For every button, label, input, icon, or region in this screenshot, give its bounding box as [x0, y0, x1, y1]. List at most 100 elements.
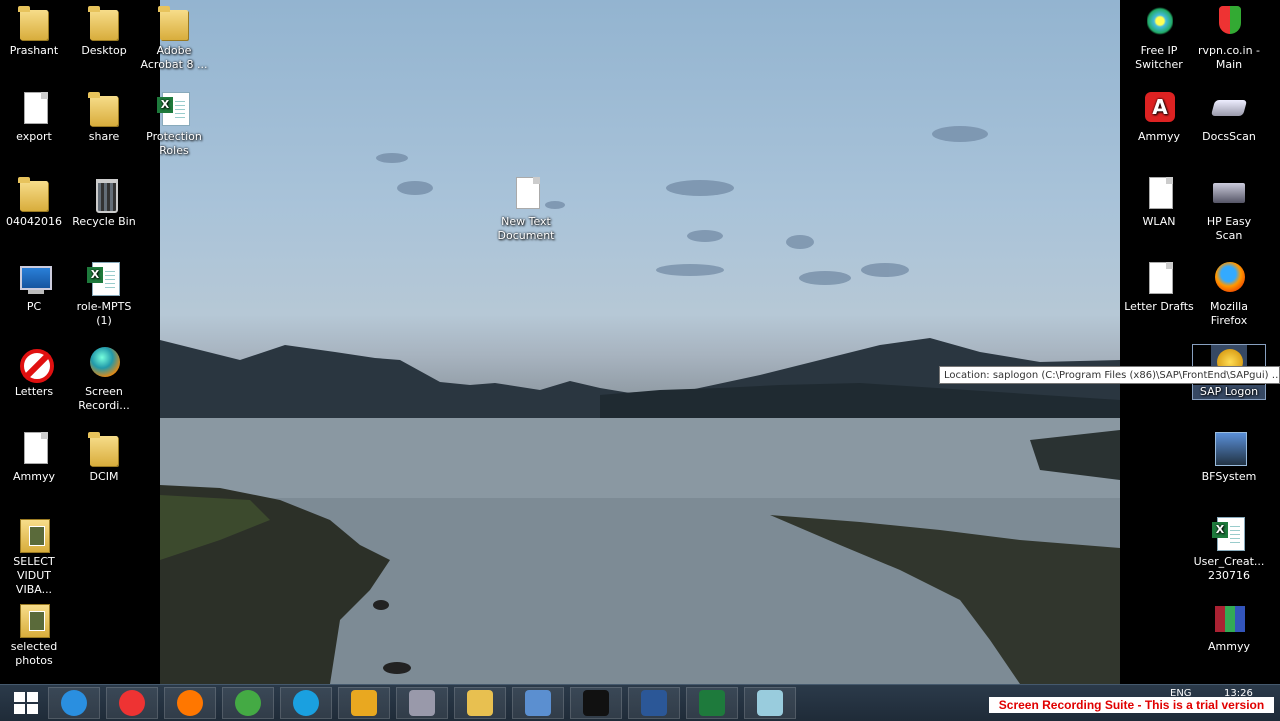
mozilla-firefox-glyph-icon: [1211, 260, 1247, 298]
new-text-document-glyph-icon: [508, 175, 544, 213]
icon-label: PC: [26, 300, 42, 313]
role-mpts-excel-glyph-icon: [86, 260, 122, 298]
mozilla-firefox-icon[interactable]: Mozilla Firefox: [1193, 260, 1265, 328]
icon-label: HP Easy Scan: [1206, 215, 1252, 242]
icon-label: Letter Drafts: [1124, 300, 1194, 313]
excel-taskbar-button[interactable]: [686, 687, 738, 719]
internet-explorer-icon: [61, 690, 87, 716]
role-mpts-excel-icon[interactable]: role-MPTS (1): [68, 260, 140, 328]
icon-label: Screen Recordi...: [78, 385, 130, 412]
icon-label: Ammyy: [13, 470, 55, 483]
export-file-icon[interactable]: export: [0, 90, 70, 144]
icon-label: Ammyy: [1208, 640, 1250, 653]
sap-taskbar-taskbar-button[interactable]: [338, 687, 390, 719]
chrome-icon: [119, 690, 145, 716]
rvpn-glyph-icon: [1211, 4, 1247, 42]
icon-label: 04042016: [6, 215, 62, 228]
sap-logon-location-tooltip: Location: saplogon (C:\Program Files (x8…: [939, 366, 1280, 384]
folder-04042016-glyph-icon: [16, 175, 52, 213]
wlan-file-glyph-icon: [1141, 175, 1177, 213]
ammyy-winrar-icon[interactable]: Ammyy: [1193, 600, 1265, 654]
command-prompt-icon: [583, 690, 609, 716]
export-file-glyph-icon: [16, 90, 52, 128]
rvpn-icon[interactable]: rvpn.co.in - Main: [1193, 4, 1265, 72]
icon-label: share: [88, 130, 120, 143]
icon-label: BFSystem: [1201, 470, 1257, 483]
icon-label: Adobe Acrobat 8 ...: [140, 44, 208, 71]
lake-landscape-image: [160, 126, 1120, 684]
letter-drafts-file-icon[interactable]: Letter Drafts: [1123, 260, 1195, 314]
file-explorer-icon: [467, 690, 493, 716]
screen-recording-icon[interactable]: Screen Recordi...: [68, 345, 140, 413]
protection-roles-excel-glyph-icon: [156, 90, 192, 128]
ammyy-file-icon[interactable]: Ammyy: [0, 430, 70, 484]
dcim-folder-glyph-icon: [86, 430, 122, 468]
docsscan-glyph-icon: [1210, 90, 1248, 128]
scanner-taskbar-icon: [409, 690, 435, 716]
user-create-excel-icon[interactable]: User_Creat... 230716: [1193, 515, 1265, 583]
sap-taskbar-icon: [351, 690, 377, 716]
icon-label: WLAN: [1142, 215, 1176, 228]
dcim-folder-icon[interactable]: DCIM: [68, 430, 140, 484]
desktop-folder-icon[interactable]: Desktop: [68, 4, 140, 58]
trial-version-banner: Screen Recording Suite - This is a trial…: [989, 697, 1274, 713]
firefox-taskbar-icon: [177, 690, 203, 716]
utorrent-taskbar-button[interactable]: [222, 687, 274, 719]
icon-label: User_Creat... 230716: [1193, 555, 1265, 582]
control-panel-icon: [525, 690, 551, 716]
new-text-document-icon[interactable]: New Text Document: [490, 175, 562, 243]
wlan-file-icon[interactable]: WLAN: [1123, 175, 1195, 229]
ammyy-file-glyph-icon: [16, 430, 52, 468]
start-button-icon: [14, 692, 38, 714]
hp-easy-scan-icon[interactable]: HP Easy Scan: [1193, 175, 1265, 243]
command-prompt-taskbar-button[interactable]: [570, 687, 622, 719]
icon-label: export: [16, 130, 52, 143]
window-app-taskbar-button[interactable]: [744, 687, 796, 719]
icon-label: selected photos: [10, 640, 58, 667]
icon-label: Recycle Bin: [72, 215, 136, 228]
icon-label: DocsScan: [1202, 130, 1256, 143]
icon-label: Free IP Switcher: [1135, 44, 1183, 71]
icon-label: DCIM: [89, 470, 119, 483]
ammyy-app-glyph-icon: A: [1141, 90, 1177, 128]
screen-recording-glyph-icon: [86, 345, 122, 383]
internet-explorer-taskbar-button[interactable]: [48, 687, 100, 719]
selected-photos-folder-icon[interactable]: selected photos: [0, 600, 70, 668]
chrome-taskbar-button[interactable]: [106, 687, 158, 719]
select-vidut-folder-icon[interactable]: SELECT VIDUT VIBA...: [0, 515, 70, 597]
icon-label: rvpn.co.in - Main: [1197, 44, 1261, 71]
prashant-folder-icon[interactable]: Prashant: [0, 4, 70, 58]
select-vidut-folder-glyph-icon: [16, 515, 52, 553]
adobe-acrobat-folder-icon[interactable]: Adobe Acrobat 8 ...: [138, 4, 210, 72]
bfsystem-glyph-icon: [1211, 430, 1247, 468]
excel-icon: [699, 690, 725, 716]
folder-04042016-icon[interactable]: 04042016: [0, 175, 70, 229]
desktop-wallpaper: [160, 0, 1120, 684]
share-folder-icon[interactable]: share: [68, 90, 140, 144]
skype-taskbar-button[interactable]: [280, 687, 332, 719]
icon-label: New Text Document: [497, 215, 555, 242]
icon-label: SAP Logon: [1193, 385, 1265, 399]
word-icon: [641, 690, 667, 716]
pc-icon[interactable]: PC: [0, 260, 70, 314]
recycle-bin-icon[interactable]: Recycle Bin: [68, 175, 140, 229]
selected-photos-folder-glyph-icon: [16, 600, 52, 638]
free-ip-switcher-glyph-icon: [1141, 4, 1177, 42]
file-explorer-taskbar-button[interactable]: [454, 687, 506, 719]
ammyy-app-icon[interactable]: A Ammyy: [1123, 90, 1195, 144]
protection-roles-excel-icon[interactable]: Protection Roles: [138, 90, 210, 158]
bfsystem-icon[interactable]: BFSystem: [1193, 430, 1265, 484]
start-button-taskbar-button[interactable]: [0, 687, 52, 719]
word-taskbar-button[interactable]: [628, 687, 680, 719]
hp-easy-scan-glyph-icon: [1211, 175, 1247, 213]
scanner-taskbar-taskbar-button[interactable]: [396, 687, 448, 719]
letters-icon[interactable]: Letters: [0, 345, 70, 399]
docsscan-icon[interactable]: DocsScan: [1193, 90, 1265, 144]
firefox-taskbar-taskbar-button[interactable]: [164, 687, 216, 719]
icon-label: role-MPTS (1): [76, 300, 132, 327]
icon-label: Ammyy: [1138, 130, 1180, 143]
skype-icon: [293, 690, 319, 716]
control-panel-taskbar-button[interactable]: [512, 687, 564, 719]
free-ip-switcher-icon[interactable]: Free IP Switcher: [1123, 4, 1195, 72]
icon-label: Mozilla Firefox: [1210, 300, 1248, 327]
